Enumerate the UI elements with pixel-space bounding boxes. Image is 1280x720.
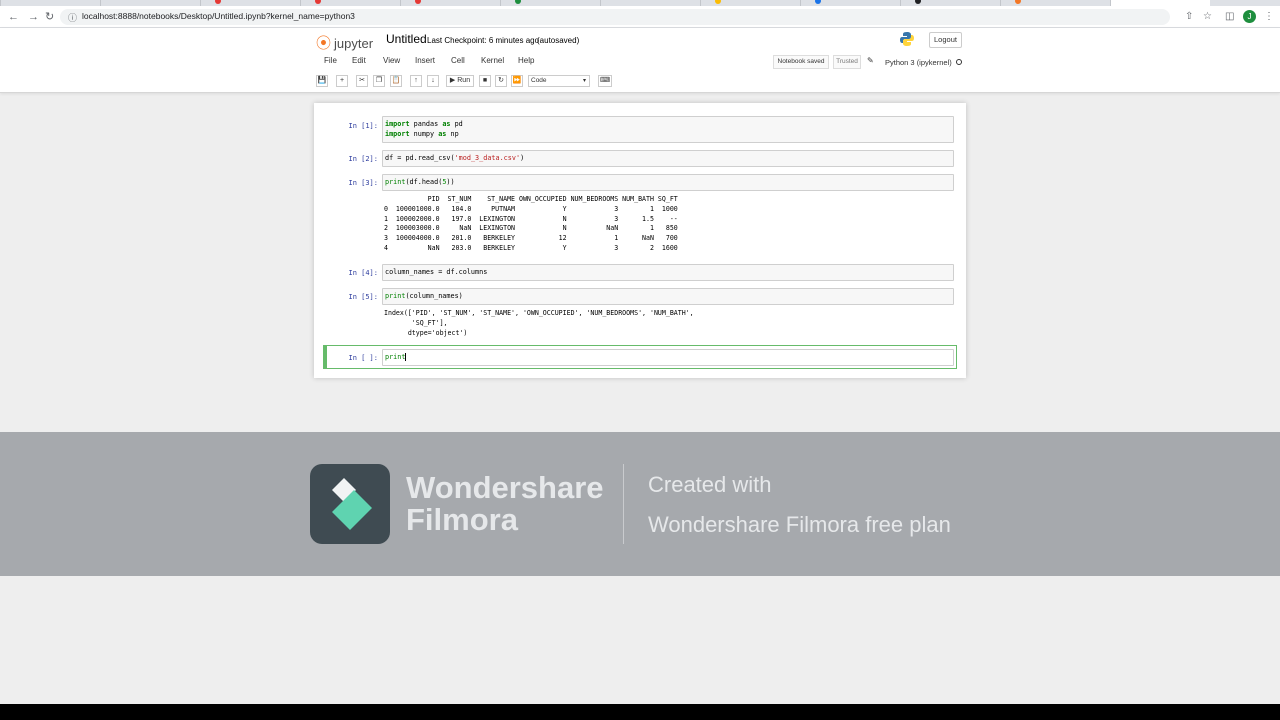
cut-icon[interactable]: ✂ — [356, 75, 368, 87]
trusted-indicator[interactable]: Trusted — [833, 55, 861, 69]
cell-prompt: In [4]: — [348, 269, 378, 277]
insert-cell-plus-icon[interactable]: + — [336, 75, 348, 87]
restart-icon[interactable]: ↻ — [495, 75, 507, 87]
info-icon[interactable]: ⓘ — [68, 11, 77, 24]
jupyter-logo[interactable]: ⦿ jupyter — [316, 32, 373, 53]
watermark-plan-text: Wondershare Filmora free plan — [648, 512, 951, 537]
cell-prompt: In [ ]: — [348, 354, 378, 362]
interrupt-icon[interactable]: ■ — [479, 75, 491, 87]
cell-input[interactable]: import pandas as pd import numpy as np — [382, 116, 954, 143]
reload-icon[interactable]: ↻ — [45, 11, 54, 23]
tab-favicon-icon — [915, 0, 921, 4]
save-icon[interactable]: 💾 — [316, 75, 328, 87]
cell-input-active[interactable]: print — [382, 349, 954, 366]
watermark-created-text: Created with — [648, 472, 772, 497]
filmora-brand-line1: Wondershare — [406, 470, 604, 505]
python-logo-icon — [900, 32, 914, 46]
move-down-icon[interactable]: ↓ — [427, 75, 439, 87]
filmora-brand: Wondershare Filmora — [406, 472, 604, 536]
jupyter-header: ⦿ jupyter Untitled Last Checkpoint: 6 min… — [0, 28, 1280, 93]
kernel-idle-indicator — [956, 59, 962, 65]
play-icon: ▶ — [449, 77, 456, 84]
cell-type-value: Code — [531, 77, 547, 84]
tab-favicon-icon — [815, 0, 821, 4]
forward-arrow-icon[interactable]: → — [28, 11, 39, 23]
url-text: localhost:8888/notebooks/Desktop/Untitle… — [82, 11, 355, 21]
autosave-status: (autosaved) — [537, 36, 580, 45]
kernel-name[interactable]: Python 3 (ipykernel) — [885, 58, 952, 67]
cell-output: PID ST_NUM ST_NAME OWN_OCCUPIED NUM_BEDR… — [384, 195, 678, 252]
menu-file[interactable]: File — [324, 56, 337, 65]
cell-prompt: In [2]: — [348, 155, 378, 163]
menu-view[interactable]: View — [383, 56, 400, 65]
tab-favicon-icon — [715, 0, 721, 4]
copy-icon[interactable]: ❐ — [373, 75, 385, 87]
menu-cell[interactable]: Cell — [451, 56, 465, 65]
menu-insert[interactable]: Insert — [415, 56, 435, 65]
logout-button[interactable]: Logout — [929, 32, 962, 48]
restart-run-all-icon[interactable]: ⏩ — [511, 75, 523, 87]
cell-prompt: In [5]: — [348, 293, 378, 301]
jupyter-logo-icon: ⦿ — [316, 35, 332, 52]
keyboard-icon[interactable]: ⌨ — [598, 75, 612, 87]
back-arrow-icon[interactable]: ← — [8, 11, 19, 23]
run-label: Run — [457, 77, 471, 84]
bottom-bar — [0, 704, 1280, 720]
pencil-icon[interactable]: ✎ — [867, 56, 874, 65]
run-button[interactable]: ▶ Run — [446, 75, 474, 87]
checkpoint-status: Last Checkpoint: 6 minutes ago — [427, 36, 540, 45]
jupyter-logo-text: jupyter — [334, 36, 374, 51]
url-field[interactable]: ⓘ localhost:8888/notebooks/Desktop/Untit… — [60, 9, 1170, 25]
menu-kebab-icon[interactable]: ⋮ — [1264, 11, 1274, 23]
cell-prompt: In [1]: — [348, 122, 378, 130]
bookmark-star-icon[interactable]: ☆ — [1203, 11, 1212, 23]
cell-prompt: In [3]: — [348, 179, 378, 187]
cell-input[interactable]: print(column_names) — [382, 288, 954, 305]
filmora-brand-line2: Filmora — [406, 502, 518, 537]
move-up-icon[interactable]: ↑ — [410, 75, 422, 87]
tab-favicon-icon — [515, 0, 521, 4]
browser-address-bar: ← → ↻ ⓘ localhost:8888/notebooks/Desktop… — [0, 6, 1280, 28]
side-panel-icon[interactable]: ◫ — [1225, 11, 1234, 23]
tab-favicon-icon — [1015, 0, 1021, 4]
filmora-logo-icon — [310, 464, 390, 544]
menu-edit[interactable]: Edit — [352, 56, 366, 65]
cell-input[interactable]: print(df.head(5)) — [382, 174, 954, 191]
tab-favicon-icon — [215, 0, 221, 4]
profile-avatar[interactable]: J — [1243, 10, 1256, 23]
text-cursor — [405, 353, 407, 361]
share-icon[interactable]: ⇧ — [1185, 11, 1193, 23]
tab-favicon-icon — [315, 0, 321, 4]
notebook-saved-indicator: Notebook saved — [773, 55, 829, 69]
chevron-down-icon: ▾ — [582, 78, 586, 84]
cell-input[interactable]: df = pd.read_csv('mod_3_data.csv') — [382, 150, 954, 167]
notebook-name[interactable]: Untitled — [386, 32, 427, 46]
cell-output: Index(['PID', 'ST_NUM', 'ST_NAME', 'OWN_… — [384, 309, 694, 337]
menu-help[interactable]: Help — [518, 56, 534, 65]
watermark-divider — [623, 464, 624, 544]
cell-type-select[interactable]: Code ▾ — [528, 75, 590, 87]
menu-kernel[interactable]: Kernel — [481, 56, 504, 65]
cell-input[interactable]: column_names = df.columns — [382, 264, 954, 281]
notebook-container: In [1]: import pandas as pd import numpy… — [314, 103, 966, 378]
tab-favicon-icon — [415, 0, 421, 4]
paste-icon[interactable]: 📋 — [390, 75, 402, 87]
filmora-watermark: Wondershare Filmora Created with Wonders… — [0, 432, 1280, 576]
